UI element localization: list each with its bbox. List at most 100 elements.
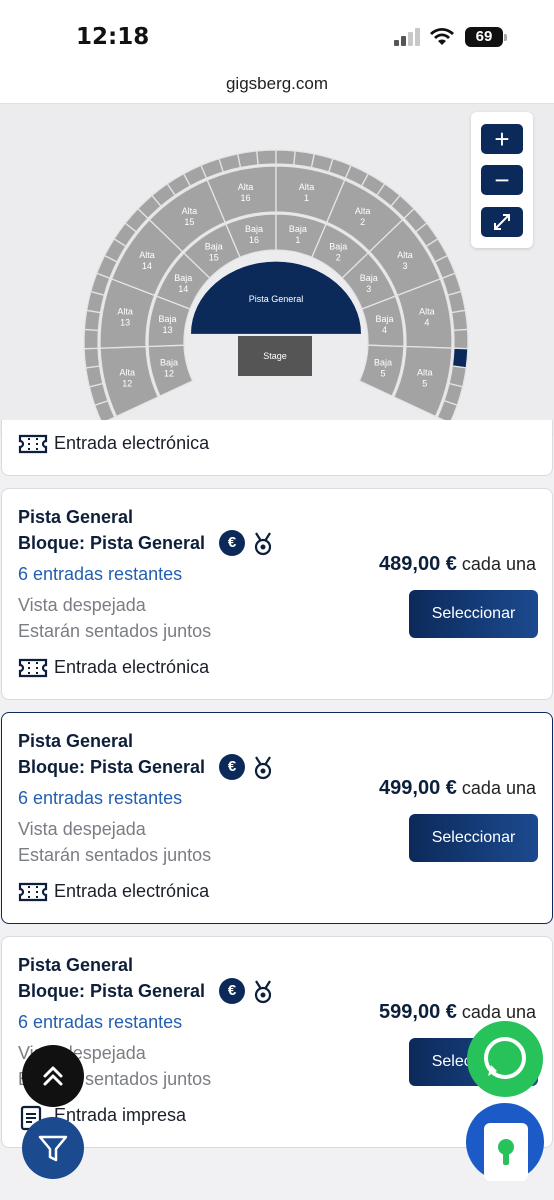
url-bar[interactable]: gigsberg.com xyxy=(0,72,554,104)
section-alta-label: Alta xyxy=(139,250,155,260)
section-alta-number: 14 xyxy=(142,261,152,271)
whatsapp-button[interactable] xyxy=(467,1021,543,1097)
tickets-remaining: 6 entradas restantes xyxy=(18,1012,183,1032)
seat-row-segment[interactable] xyxy=(236,150,259,169)
section-baja-number: 13 xyxy=(163,325,173,335)
status-bar: 12:18 69 xyxy=(0,0,554,72)
seat-row-segment[interactable] xyxy=(83,328,100,350)
price-amount: 599,00 € xyxy=(379,1001,457,1023)
section-alta-label: Alta xyxy=(238,182,254,192)
price-amount: 489,00 € xyxy=(379,553,457,575)
zoom-in-button[interactable]: + xyxy=(481,124,523,154)
section-alta-label: Alta xyxy=(355,206,371,216)
zoom-out-button[interactable]: − xyxy=(481,165,523,195)
section-alta-label: Alta xyxy=(182,206,198,216)
tickets-remaining: 6 entradas restantes xyxy=(18,564,183,584)
listing-title: Pista General xyxy=(18,507,134,527)
seat-row-segment[interactable] xyxy=(256,149,277,166)
ticket-icon xyxy=(18,658,48,678)
feature-seated-together: Estarán sentados juntos xyxy=(18,621,212,641)
feature-clear-view: Vista despejada xyxy=(18,819,146,839)
section-alta-label: Alta xyxy=(397,250,413,260)
fullscreen-button[interactable] xyxy=(481,207,523,237)
listing-card[interactable]: Pista General Bloque: Pista General €6 ent… xyxy=(1,712,553,924)
floor-label: Pista General xyxy=(249,294,304,304)
medal-icon xyxy=(254,756,272,780)
section-baja-number: 2 xyxy=(336,252,341,262)
medal-icon xyxy=(254,532,272,556)
venue-map[interactable]: Alta 12 Alta 13 Alta 14 Alta 15 Alta 16 Alta 1 Alta 2… xyxy=(0,104,554,436)
listing-block: Bloque: Pista General xyxy=(18,533,206,553)
seat-row-segment[interactable] xyxy=(83,309,102,332)
price-suffix: cada una xyxy=(461,1002,536,1022)
section-baja-label: Baja xyxy=(374,358,392,368)
section-baja-number: 14 xyxy=(178,284,188,294)
price: 489,00 € cada una xyxy=(379,553,536,576)
seat-row-segment[interactable] xyxy=(83,347,101,369)
listing-card[interactable]: Pista General Bloque: Pista General €6 ent… xyxy=(1,488,553,700)
euro-badge: € xyxy=(219,978,245,1004)
listing-block: Bloque: Pista General xyxy=(18,757,206,777)
filter-icon xyxy=(38,1135,68,1162)
feature-seated-together: Estarán sentados juntos xyxy=(18,845,212,865)
scroll-top-button[interactable] xyxy=(22,1045,84,1107)
euro-badge: € xyxy=(219,530,245,556)
double-chevron-up-icon xyxy=(43,1066,63,1086)
medal-icon xyxy=(254,980,272,1004)
section-alta-number: 16 xyxy=(240,193,250,203)
section-baja-number: 3 xyxy=(366,284,371,294)
delivery-label: Entrada electrónica xyxy=(54,657,210,677)
section-alta-label: Alta xyxy=(417,368,433,378)
section-baja-label: Baja xyxy=(159,314,177,324)
seat-row-segment[interactable] xyxy=(451,347,469,369)
tickets-remaining: 6 entradas restantes xyxy=(18,788,183,808)
whatsapp-icon xyxy=(484,1037,526,1079)
section-alta-number: 12 xyxy=(122,379,132,389)
section-baja-label: Baja xyxy=(205,241,223,251)
section-baja-label: Baja xyxy=(160,358,178,368)
section-alta-number: 5 xyxy=(422,379,427,389)
ticket-icon xyxy=(18,882,48,902)
section-baja-label: Baja xyxy=(329,241,347,251)
expand-icon xyxy=(494,214,510,230)
section-alta-number: 2 xyxy=(360,217,365,227)
price: 499,00 € cada una xyxy=(379,777,536,800)
status-time: 12:18 xyxy=(76,24,150,50)
section-baja-number: 16 xyxy=(249,235,259,245)
section-alta-label: Alta xyxy=(117,307,133,317)
listing-card-partial[interactable]: Entrada electrónica xyxy=(1,420,553,476)
price-suffix: cada una xyxy=(461,554,536,574)
section-alta-number: 3 xyxy=(403,261,408,271)
section-alta-number: 1 xyxy=(304,193,309,203)
filter-button[interactable] xyxy=(22,1117,84,1179)
section-alta-number: 15 xyxy=(184,217,194,227)
section-baja-label: Baja xyxy=(375,314,393,324)
section-baja-number: 4 xyxy=(382,325,387,335)
seat-row-segment[interactable] xyxy=(450,309,469,332)
seat-row-segment[interactable] xyxy=(452,328,469,350)
seat-row-segment[interactable] xyxy=(275,149,296,166)
section-alta-label: Alta xyxy=(419,307,435,317)
battery-icon: 69 xyxy=(465,27,507,47)
section-baja-label: Baja xyxy=(289,224,307,234)
ticket-icon xyxy=(18,434,48,454)
seat-row-segment[interactable] xyxy=(293,150,316,169)
delivery-label: Entrada electrónica xyxy=(54,433,210,453)
select-button[interactable]: Seleccionar xyxy=(409,814,538,862)
cellular-signal-icon xyxy=(394,28,422,46)
seat-row-segment[interactable] xyxy=(218,153,242,173)
price-amount: 499,00 € xyxy=(379,777,457,799)
wifi-icon xyxy=(430,28,454,45)
select-button[interactable]: Seleccionar xyxy=(409,590,538,638)
section-alta-number: 13 xyxy=(120,318,130,328)
listing-block: Bloque: Pista General xyxy=(18,981,206,1001)
section-baja-number: 5 xyxy=(380,369,385,379)
stage-label: Stage xyxy=(263,351,287,361)
seat-row-segment[interactable] xyxy=(446,290,467,314)
lock-icon xyxy=(484,1123,528,1181)
seat-row-segment[interactable] xyxy=(85,365,104,388)
section-baja-number: 1 xyxy=(295,235,300,245)
section-baja-label: Baja xyxy=(245,224,263,234)
section-alta-label: Alta xyxy=(299,182,315,192)
chat-button[interactable] xyxy=(466,1103,544,1181)
